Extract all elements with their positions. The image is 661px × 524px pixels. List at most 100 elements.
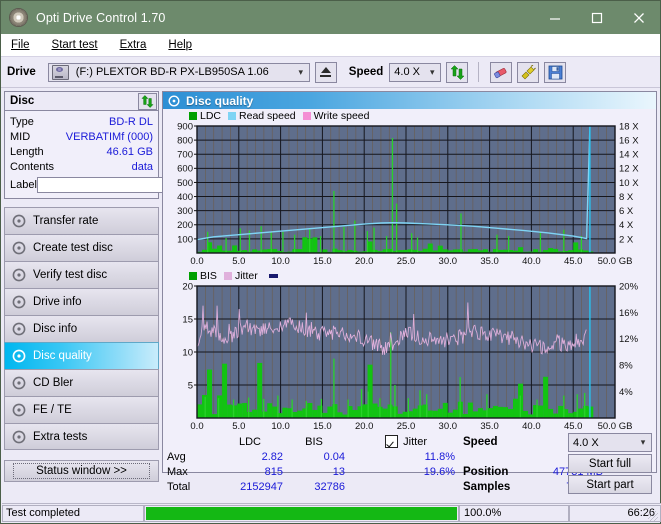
refresh-icon <box>141 94 154 108</box>
sidebar-item-label: CD Bler <box>33 377 74 389</box>
sidebar-item-label: Drive info <box>33 296 82 308</box>
svg-text:2 X: 2 X <box>619 234 634 245</box>
erase-button[interactable] <box>490 61 513 83</box>
legend-swatch-ldc <box>189 111 197 120</box>
svg-text:900: 900 <box>177 122 193 132</box>
menu-extra[interactable]: Extra <box>120 39 147 51</box>
bis-jitter-chart: 5 10 15 20 4% 8% 12% 16% 20% 0.0 5.0 10.0 15.0 20.0 25… <box>163 282 656 432</box>
svg-text:25.0: 25.0 <box>397 256 416 267</box>
stats-row-label: Total <box>167 480 191 493</box>
start-part-label: Start part <box>586 478 634 491</box>
svg-text:20.0: 20.0 <box>355 256 374 267</box>
start-full-label: Start full <box>588 457 632 470</box>
legend-label-ldc: LDC <box>200 109 222 122</box>
stats-max-bis: 13 <box>332 465 345 478</box>
svg-text:4%: 4% <box>619 387 633 398</box>
disc-row-contents: Contents data <box>10 159 153 174</box>
disc-contents-label: Contents <box>10 160 55 173</box>
svg-text:16%: 16% <box>619 308 639 319</box>
svg-text:20.0: 20.0 <box>355 421 374 432</box>
close-icon[interactable] <box>618 1 660 34</box>
disc-properties: Type BD-R DL MID VERBATIMf (000) Length … <box>5 111 238 198</box>
toolbar-divider <box>478 62 480 82</box>
disc-mid-value: VERBATIMf (000) <box>65 130 153 143</box>
svg-text:10.0: 10.0 <box>271 421 290 432</box>
svg-text:5: 5 <box>188 380 193 391</box>
status-window-label: Status window >> <box>13 463 150 479</box>
drive-icon <box>51 64 69 80</box>
drive-select[interactable]: (F:) PLEXTOR BD-R PX-LB950SA 1.06 ▾ <box>47 62 310 82</box>
svg-text:14 X: 14 X <box>619 150 639 161</box>
test-speed-select[interactable]: 4.0 X ▾ <box>568 433 652 452</box>
disc-panel: Disc Type BD-R DL MID VERBATIMf (000) Le… <box>4 91 238 199</box>
refresh-button[interactable] <box>446 61 469 83</box>
panel-header: Disc quality <box>163 92 656 109</box>
legend-entry-read-speed: Read speed <box>228 110 296 122</box>
stats-total-ldc: 2152947 <box>240 480 283 493</box>
start-full-button[interactable]: Start full <box>568 454 652 473</box>
sidebar-item-disc-quality[interactable]: Disc quality <box>4 342 159 369</box>
menu-start-test[interactable]: Start test <box>52 39 98 51</box>
sidebar-item-create-test-disc[interactable]: Create test disc <box>4 234 159 261</box>
sidebar-item-fe-te[interactable]: FE / TE <box>4 396 159 423</box>
jitter-label: Jitter <box>403 435 427 448</box>
sidebar-item-transfer-rate[interactable]: Transfer rate <box>4 207 159 234</box>
speed-select-value: 4.0 X <box>394 66 420 78</box>
sidebar-item-extra-tests[interactable]: Extra tests <box>4 423 159 450</box>
maximize-icon[interactable] <box>576 1 618 34</box>
svg-text:6 X: 6 X <box>619 206 634 217</box>
test-speed-value: 4.0 X <box>573 436 599 449</box>
status-window-button[interactable]: Status window >> <box>4 460 159 482</box>
speed-select[interactable]: 4.0 X ▾ <box>389 62 442 82</box>
save-button[interactable] <box>544 61 567 83</box>
svg-text:100: 100 <box>177 234 193 245</box>
svg-text:5.0: 5.0 <box>232 421 245 432</box>
legend-entry-ldc: LDC <box>189 110 221 122</box>
svg-text:200: 200 <box>177 220 193 231</box>
svg-text:15.0: 15.0 <box>313 421 332 432</box>
chevron-down-icon: ▾ <box>430 66 435 77</box>
disc-row-mid: MID VERBATIMf (000) <box>10 129 153 144</box>
svg-text:20%: 20% <box>619 282 639 292</box>
legend-entry-write-speed: Write speed <box>302 110 370 122</box>
resize-grip[interactable] <box>648 511 658 521</box>
svg-text:50.0 GB: 50.0 GB <box>598 256 633 267</box>
legend-entry-jitter: Jitter <box>223 269 258 282</box>
disc-type-label: Type <box>10 115 34 128</box>
disc-icon <box>9 8 28 27</box>
sidebar-item-cd-bler[interactable]: CD Bler <box>4 369 159 396</box>
sidebar-item-verify-test-disc[interactable]: Verify test disc <box>4 261 159 288</box>
sidebar-item-label: Create test disc <box>33 242 113 254</box>
legend-label-jitter: Jitter <box>234 269 258 282</box>
samples-label: Samples <box>463 480 511 493</box>
svg-text:8%: 8% <box>619 361 633 372</box>
jitter-checkbox-wrap[interactable]: Jitter <box>345 435 455 448</box>
progress-bar <box>144 504 459 522</box>
stats-max-ldc: 815 <box>264 465 283 478</box>
disc-panel-header: Disc <box>5 92 158 111</box>
disc-icon <box>12 376 26 390</box>
drive-select-value: (F:) PLEXTOR BD-R PX-LB950SA 1.06 <box>75 66 269 78</box>
menu-help[interactable]: Help <box>168 39 192 51</box>
svg-text:35.0: 35.0 <box>480 421 499 432</box>
svg-text:25.0: 25.0 <box>397 421 416 432</box>
refresh-icon <box>450 64 465 80</box>
disc-row-type: Type BD-R DL <box>10 114 153 129</box>
minimize-icon[interactable] <box>534 1 576 34</box>
stats-avg-bis: 0.04 <box>323 450 345 463</box>
sidebar-item-label: Transfer rate <box>33 215 99 227</box>
sidebar-item-disc-info[interactable]: Disc info <box>4 315 159 342</box>
start-part-button[interactable]: Start part <box>568 475 652 494</box>
sidebar-item-label: Extra tests <box>33 430 88 443</box>
jitter-checkbox[interactable] <box>385 435 399 448</box>
scrollbar-thumb-marker[interactable] <box>268 273 278 278</box>
progress-percent-text: 100.0% <box>464 507 502 519</box>
menu-file[interactable]: File <box>11 39 30 51</box>
svg-text:0.0: 0.0 <box>190 421 203 432</box>
sidebar-item-drive-info[interactable]: Drive info <box>4 288 159 315</box>
plug-button[interactable] <box>517 61 540 83</box>
nav-list: Transfer rate Create test disc Verify te… <box>4 207 159 450</box>
eject-button[interactable] <box>314 61 337 83</box>
stats-row-label: Max <box>167 465 188 478</box>
disc-refresh-button[interactable] <box>138 92 157 110</box>
